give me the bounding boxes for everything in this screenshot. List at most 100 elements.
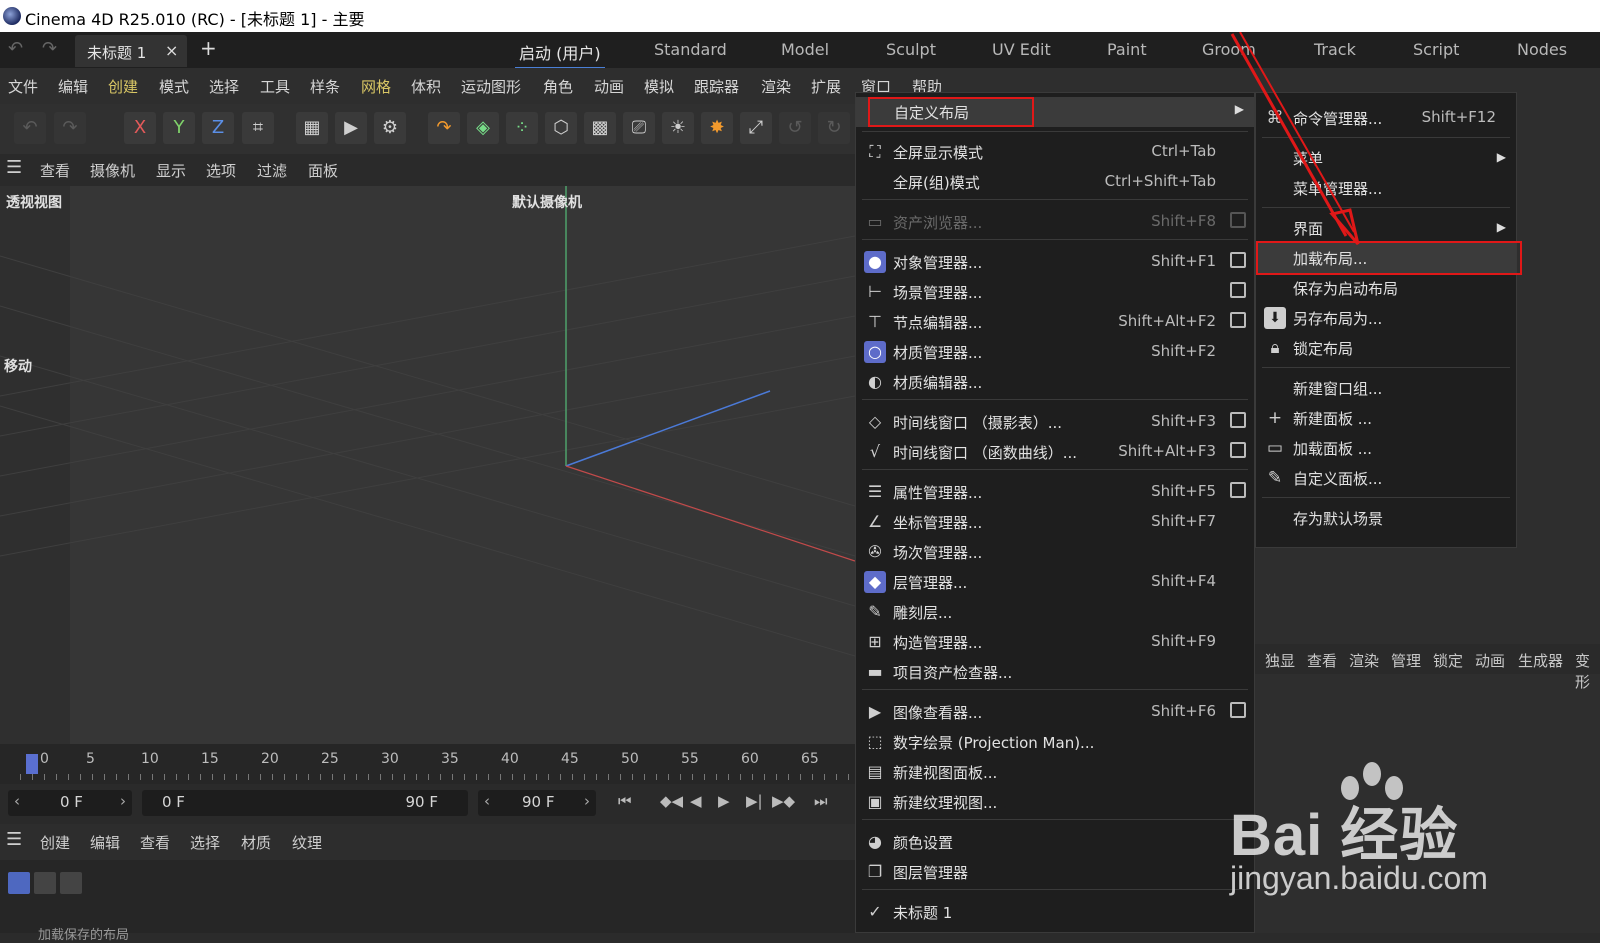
material-menu-select[interactable]: 选择 xyxy=(190,832,220,853)
redo-button-icon[interactable]: ↷ xyxy=(54,112,86,144)
layout-tab-standard[interactable]: Standard xyxy=(654,40,727,59)
tab-deformer[interactable]: 变形 xyxy=(1575,650,1600,692)
go-to-start-icon[interactable]: ⏮ xyxy=(618,792,632,810)
camera-icon[interactable]: ⎚ xyxy=(623,112,655,144)
material-menu-texture[interactable]: 纹理 xyxy=(292,832,322,853)
menu-item-scene-manager[interactable]: ⊢ 场景管理器... xyxy=(856,277,1254,307)
menu-item-projection-man[interactable]: ⬚ 数字绘景 (Projection Man)... xyxy=(856,727,1254,757)
submenu-item-new-window-group[interactable]: 新建窗口组... xyxy=(1256,373,1516,403)
end-frame-field[interactable]: ‹ 90 F › xyxy=(478,790,596,816)
increment-icon[interactable]: › xyxy=(120,792,126,810)
menu-item-custom-layout[interactable]: 自定义布局 ▶ xyxy=(856,97,1254,127)
previous-frame-icon[interactable]: ◀ xyxy=(690,792,702,810)
menu-character[interactable]: 角色 xyxy=(543,76,573,97)
menu-edit[interactable]: 编辑 xyxy=(58,76,88,97)
tab-generator[interactable]: 生成器 xyxy=(1518,650,1563,671)
decrement-icon[interactable]: ‹ xyxy=(484,792,490,810)
tab-solo[interactable]: 独显 xyxy=(1265,650,1295,671)
coordinate-system-icon[interactable]: ⌗ xyxy=(242,112,274,144)
menu-render[interactable]: 渲染 xyxy=(761,76,791,97)
move-tool-icon[interactable]: ↻ xyxy=(818,112,850,144)
menu-mesh[interactable]: 网格 xyxy=(361,76,391,97)
decrement-icon[interactable]: ‹ xyxy=(14,792,20,810)
layout-tab-nodes[interactable]: Nodes xyxy=(1517,40,1567,59)
next-key-icon[interactable]: ▶◆ xyxy=(772,792,795,810)
menu-item-structure-manager[interactable]: ⊞ 构造管理器... Shift+F9 xyxy=(856,627,1254,657)
menu-item-timeline-fcurve[interactable]: √ 时间线窗口 （函数曲线）... Shift+Alt+F3 xyxy=(856,437,1254,467)
menu-item-timeline-dopesheet[interactable]: ◇ 时间线窗口 （摄影表）... Shift+F3 xyxy=(856,407,1254,437)
document-tab[interactable]: 未标题 1 × xyxy=(75,35,187,67)
submenu-item-new-palette[interactable]: + 新建面板 ... xyxy=(1256,403,1516,433)
layout-tab-model[interactable]: Model xyxy=(781,40,829,59)
menu-item-document-untitled[interactable]: ✓ 未标题 1 xyxy=(856,897,1254,927)
menu-item-object-manager[interactable]: ● 对象管理器... Shift+F1 xyxy=(856,247,1254,277)
tab-render[interactable]: 渲染 xyxy=(1349,650,1379,671)
x-axis-button[interactable]: X xyxy=(124,112,156,144)
menu-item-node-editor[interactable]: ⊤ 节点编辑器... Shift+Alt+F2 xyxy=(856,307,1254,337)
menu-item-project-asset-inspector[interactable]: ▬ 项目资产检查器... xyxy=(856,657,1254,687)
redo-icon[interactable]: ↷ xyxy=(42,38,57,59)
spline-pen-icon[interactable]: ↷ xyxy=(428,112,460,144)
viewport-menu-view[interactable]: 查看 xyxy=(40,160,70,181)
menu-item-material-editor[interactable]: ◐ 材质编辑器... xyxy=(856,367,1254,397)
add-tab-icon[interactable]: + xyxy=(200,36,217,60)
menu-create[interactable]: 创建 xyxy=(108,76,138,97)
menu-simulate[interactable]: 模拟 xyxy=(644,76,674,97)
y-axis-button[interactable]: Y xyxy=(163,112,195,144)
current-frame-field[interactable]: ‹ 0 F › xyxy=(8,790,132,816)
snap-icon[interactable]: ✸ xyxy=(701,112,733,144)
viewport-menu-display[interactable]: 显示 xyxy=(156,160,186,181)
menu-item-fullscreen-group-mode[interactable]: 全屏(组)模式 Ctrl+Shift+Tab xyxy=(856,167,1254,197)
material-menu-create[interactable]: 创建 xyxy=(40,832,70,853)
timeline-ruler[interactable]: 0 5 10 15 20 25 30 35 40 45 50 55 60 65 xyxy=(0,744,855,784)
layout-tab-sculpt[interactable]: Sculpt xyxy=(886,40,936,59)
viewport-menu-cameras[interactable]: 摄像机 xyxy=(90,160,135,181)
mograph-cloner-icon[interactable]: ⁘ xyxy=(506,112,538,144)
submenu-item-save-as-default-scene[interactable]: 存为默认场景 xyxy=(1256,503,1516,533)
grid-view-icon[interactable] xyxy=(34,872,56,894)
menu-item-attribute-manager[interactable]: ☰ 属性管理器... Shift+F5 xyxy=(856,477,1254,507)
next-frame-icon[interactable]: ▶| xyxy=(746,792,763,810)
menu-select[interactable]: 选择 xyxy=(209,76,239,97)
submenu-item-save-layout-as[interactable]: ⬇ 另存布局为... xyxy=(1256,303,1516,333)
menu-item-layer-manager-2[interactable]: ❐ 图层管理器 xyxy=(856,857,1254,887)
material-menu-material[interactable]: 材质 xyxy=(241,832,271,853)
undo-button-icon[interactable]: ↶ xyxy=(14,112,46,144)
tab-manager[interactable]: 管理 xyxy=(1391,650,1421,671)
deformer-icon[interactable]: ⬡ xyxy=(545,112,577,144)
hamburger-icon[interactable]: ☰ xyxy=(6,157,22,178)
rotate-tool-icon[interactable]: ↺ xyxy=(779,112,811,144)
viewport-menu-filter[interactable]: 过滤 xyxy=(257,160,287,181)
menu-item-new-view-panel[interactable]: ▤ 新建视图面板... xyxy=(856,757,1254,787)
layout-tab-uv-edit[interactable]: UV Edit xyxy=(992,40,1051,59)
menu-item-fullscreen-mode[interactable]: ⛶ 全屏显示模式 Ctrl+Tab xyxy=(856,137,1254,167)
field-icon[interactable]: ▩ xyxy=(584,112,616,144)
cube-object-icon[interactable]: ◈ xyxy=(467,112,499,144)
tab-lock[interactable]: 锁定 xyxy=(1433,650,1463,671)
menu-mograph[interactable]: 运动图形 xyxy=(461,76,521,97)
submenu-item-load-palette[interactable]: ▭ 加载面板 ... xyxy=(1256,433,1516,463)
menu-item-asset-browser[interactable]: ▭ 资产浏览器... Shift+F8 xyxy=(856,207,1254,237)
menu-tools[interactable]: 工具 xyxy=(260,76,290,97)
submenu-item-customize-palettes[interactable]: ✎ 自定义面板... xyxy=(1256,463,1516,493)
tab-animation[interactable]: 动画 xyxy=(1475,650,1505,671)
menu-item-color-settings[interactable]: ◕ 颜色设置 xyxy=(856,827,1254,857)
perspective-viewport[interactable]: 透视视图 默认摄像机 移动 xyxy=(0,186,855,744)
light-icon[interactable]: ☀ xyxy=(662,112,694,144)
play-icon[interactable]: ▶ xyxy=(718,792,730,810)
scale-tool-icon[interactable]: ⤢ xyxy=(740,112,772,144)
list-view-icon[interactable] xyxy=(8,872,30,894)
menu-item-new-texture-view[interactable]: ▣ 新建纹理视图... xyxy=(856,787,1254,817)
menu-animate[interactable]: 动画 xyxy=(594,76,624,97)
viewport-menu-options[interactable]: 选项 xyxy=(206,160,236,181)
render-view-icon[interactable]: ▦ xyxy=(296,112,328,144)
hamburger-icon[interactable]: ☰ xyxy=(6,829,22,850)
menu-item-take-manager[interactable]: ✇ 场次管理器... xyxy=(856,537,1254,567)
menu-volume[interactable]: 体积 xyxy=(411,76,441,97)
material-menu-view[interactable]: 查看 xyxy=(140,832,170,853)
viewport-menu-panel[interactable]: 面板 xyxy=(308,160,338,181)
menu-item-layer-manager[interactable]: ◆ 层管理器... Shift+F4 xyxy=(856,567,1254,597)
previous-key-icon[interactable]: ◆◀ xyxy=(660,792,683,810)
z-axis-button[interactable]: Z xyxy=(202,112,234,144)
render-to-picture-viewer-icon[interactable]: ▶ xyxy=(335,112,367,144)
